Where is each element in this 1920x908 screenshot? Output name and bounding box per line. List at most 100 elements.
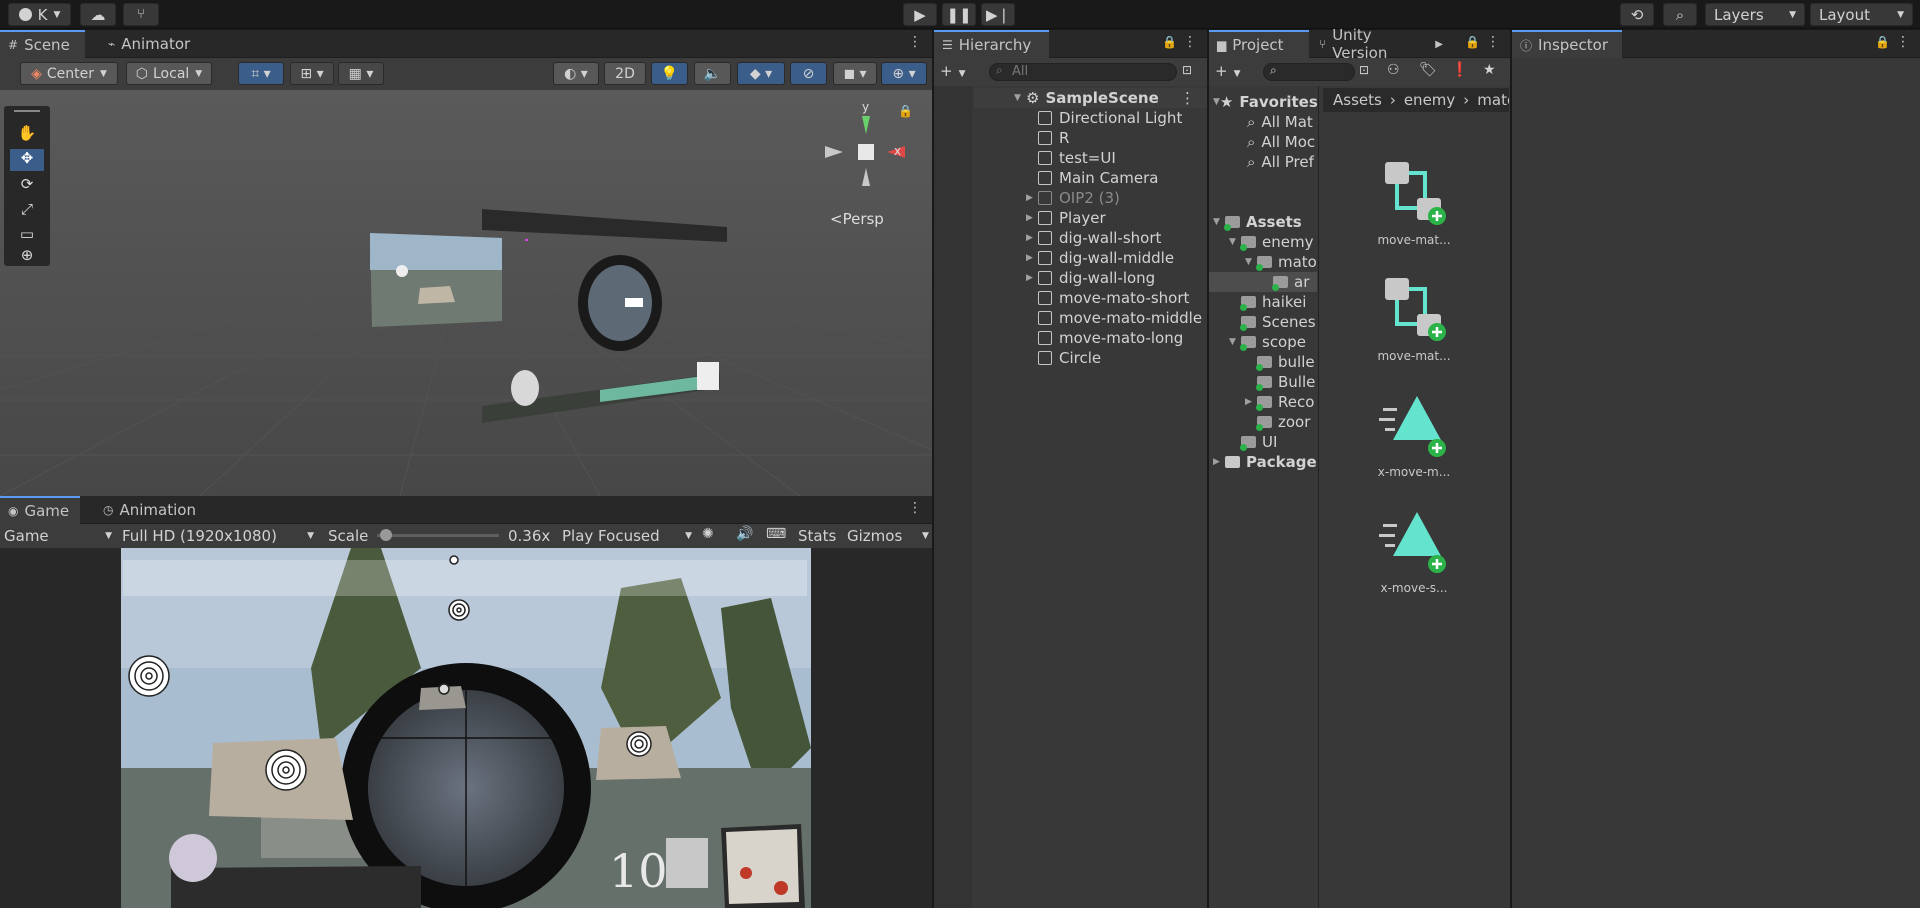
display-dropdown[interactable]: Game ▼ [4, 526, 112, 546]
hierarchy-search-input[interactable]: ⌕ All [989, 63, 1177, 81]
lock-icon[interactable]: 🔒 [898, 104, 913, 118]
more-options-icon[interactable]: ⋮ [1486, 34, 1500, 50]
tab-animation[interactable]: ◷ Animation [95, 496, 205, 524]
project-folder-row[interactable]: ▼ mato [1209, 252, 1317, 272]
favorites-row[interactable]: ▼ ★ Favorites [1209, 92, 1317, 112]
chevron-right-icon[interactable]: ▶ [1026, 253, 1038, 263]
favorite-item[interactable]: ⌕ All Moc [1209, 132, 1317, 152]
toggle-2d-button[interactable]: 2D [604, 62, 646, 85]
scale-slider[interactable] [377, 529, 499, 541]
tab-animator[interactable]: ⌁ Animator [100, 30, 210, 58]
asset-item[interactable]: move-mat... [1354, 274, 1474, 363]
project-search-input[interactable]: ⌕ [1263, 63, 1355, 81]
chevron-right-icon[interactable]: ▶ [1026, 193, 1038, 203]
project-folder-row[interactable]: haikei [1209, 292, 1317, 312]
hierarchy-item[interactable]: Main Camera [974, 168, 1207, 188]
tab-hierarchy[interactable]: ☰ Hierarchy [934, 30, 1049, 58]
label-icon[interactable]: 🏷 [1419, 62, 1437, 78]
play-mode-dropdown[interactable]: Play Focused ▼ [562, 526, 692, 546]
scene-viewport[interactable]: ✋ ✥ ⟳ ⤢ ▭ ⊕ y x 🔒 <Persp [0, 90, 932, 496]
hierarchy-item[interactable]: ▶ dig-wall-middle [974, 248, 1207, 268]
breadcrumb-mato[interactable]: mato [1477, 91, 1509, 109]
project-folder-row[interactable]: Bulle [1209, 372, 1317, 392]
star-icon[interactable]: ★ [1483, 62, 1496, 78]
favorite-item[interactable]: ⌕ All Pref [1209, 152, 1317, 172]
keyboard-icon[interactable]: ⌨ [766, 526, 786, 542]
shading-mode-button[interactable]: ◐ ▾ [553, 62, 599, 85]
hierarchy-item[interactable]: ▶ OIP2 (3) [974, 188, 1207, 208]
hierarchy-item[interactable]: Circle [974, 348, 1207, 368]
lock-icon[interactable]: 🔒 [1162, 35, 1177, 49]
chevron-right-icon[interactable]: ▶ [1026, 273, 1038, 283]
filter-type-icon[interactable]: ⚇ [1387, 62, 1400, 78]
snap-increment-button[interactable]: ⊞ ▾ [290, 62, 334, 85]
hidden-objects-toggle[interactable]: ⊘ [790, 62, 827, 85]
pause-button[interactable]: ❚❚ [942, 3, 976, 26]
tab-inspector[interactable]: ⓘ Inspector [1512, 30, 1622, 58]
rotate-tool-button[interactable]: ⟳ [10, 175, 44, 197]
layers-dropdown[interactable]: Layers ▼ [1705, 3, 1805, 26]
lock-icon[interactable]: 🔒 [1465, 35, 1480, 49]
play-button[interactable]: ▶ [903, 3, 937, 26]
tab-unity-version[interactable]: ⑂ Unity Version ▶ [1311, 26, 1451, 62]
move-tool-button[interactable]: ✥ [10, 149, 44, 171]
resolution-dropdown[interactable]: Full HD (1920x1080) ▼ [122, 526, 314, 546]
search-button[interactable]: ⌕ [1663, 3, 1697, 26]
project-folder-row[interactable]: ar [1209, 272, 1317, 292]
orientation-gizmo[interactable]: y x [820, 100, 910, 196]
asset-item[interactable]: x-move-s... [1354, 506, 1474, 595]
scale-slider-thumb[interactable] [380, 529, 393, 541]
create-asset-dropdown[interactable]: + ▼ [1215, 62, 1249, 82]
bug-icon[interactable]: ✺ [702, 526, 714, 542]
grid-snap-button[interactable]: ⌗ ▾ [238, 62, 284, 85]
drag-handle[interactable] [14, 110, 40, 112]
more-options-icon[interactable]: ⋮ [1183, 34, 1197, 50]
assets-row[interactable]: ▼ Assets [1209, 212, 1317, 232]
project-folder-row[interactable]: ▶ Reco [1209, 392, 1317, 412]
breadcrumb-assets[interactable]: Assets [1333, 91, 1382, 109]
project-folder-row[interactable]: Scenes [1209, 312, 1317, 332]
search-options-icon[interactable]: ⊡ [1359, 63, 1369, 77]
collab-button[interactable]: ⑂ [123, 3, 159, 26]
stats-button[interactable]: Stats [798, 526, 836, 546]
asset-item[interactable]: x-move-m... [1354, 390, 1474, 479]
space-dropdown[interactable]: ⬡ Local ▼ [126, 62, 212, 85]
step-button[interactable]: ▶❘ [981, 3, 1015, 26]
search-options-icon[interactable]: ⊡ [1182, 63, 1192, 77]
project-folder-row[interactable]: UI [1209, 432, 1317, 452]
packages-row[interactable]: ▶ Package [1209, 452, 1317, 472]
breadcrumb-enemy[interactable]: enemy [1404, 91, 1455, 109]
hierarchy-item[interactable]: ▶ dig-wall-short [974, 228, 1207, 248]
asset-item[interactable]: move-mat... [1354, 158, 1474, 247]
more-options-icon[interactable]: ⋮ [1180, 89, 1195, 107]
game-view[interactable]: 10 [121, 548, 811, 908]
tab-game[interactable]: ◉ Game [0, 496, 80, 524]
more-options-icon[interactable]: ⋮ [1896, 34, 1910, 50]
rect-tool-button[interactable]: ▭ [10, 225, 44, 247]
hierarchy-item[interactable]: test=UI [974, 148, 1207, 168]
project-folder-row[interactable]: ▼ enemy [1209, 232, 1317, 252]
grid-visibility-button[interactable]: ▦ ▾ [338, 62, 384, 85]
project-folder-row[interactable]: ▼ scope [1209, 332, 1317, 352]
create-dropdown[interactable]: + ▼ [940, 62, 974, 82]
chevron-right-icon[interactable]: ▶ [1026, 213, 1038, 223]
hierarchy-item[interactable]: ▶ Player [974, 208, 1207, 228]
gizmos-button[interactable]: Gizmos [847, 526, 902, 546]
hierarchy-item[interactable]: R [974, 128, 1207, 148]
favorite-item[interactable]: ⌕ All Mat [1209, 112, 1317, 132]
scale-tool-button[interactable]: ⤢ [10, 200, 44, 222]
warning-icon[interactable]: ❗ [1451, 62, 1468, 78]
speaker-icon[interactable]: 🔊 [736, 526, 753, 542]
transform-tool-button[interactable]: ⊕ [10, 246, 44, 268]
pivot-dropdown[interactable]: ◈ Center ▼ [20, 62, 118, 85]
project-folder-row[interactable]: bulle [1209, 352, 1317, 372]
hierarchy-item[interactable]: ▶ dig-wall-long [974, 268, 1207, 288]
hierarchy-item[interactable]: Directional Light [974, 108, 1207, 128]
hierarchy-item[interactable]: move-mato-middle [974, 308, 1207, 328]
account-button[interactable]: K ▼ [8, 3, 71, 26]
tab-project[interactable]: ▆ Project [1209, 30, 1309, 58]
lock-icon[interactable]: 🔒 [1875, 35, 1890, 49]
hand-tool-button[interactable]: ✋ [10, 124, 44, 146]
chevron-down-icon[interactable]: ▼ [916, 526, 929, 546]
persp-toggle[interactable]: <Persp [830, 210, 884, 228]
